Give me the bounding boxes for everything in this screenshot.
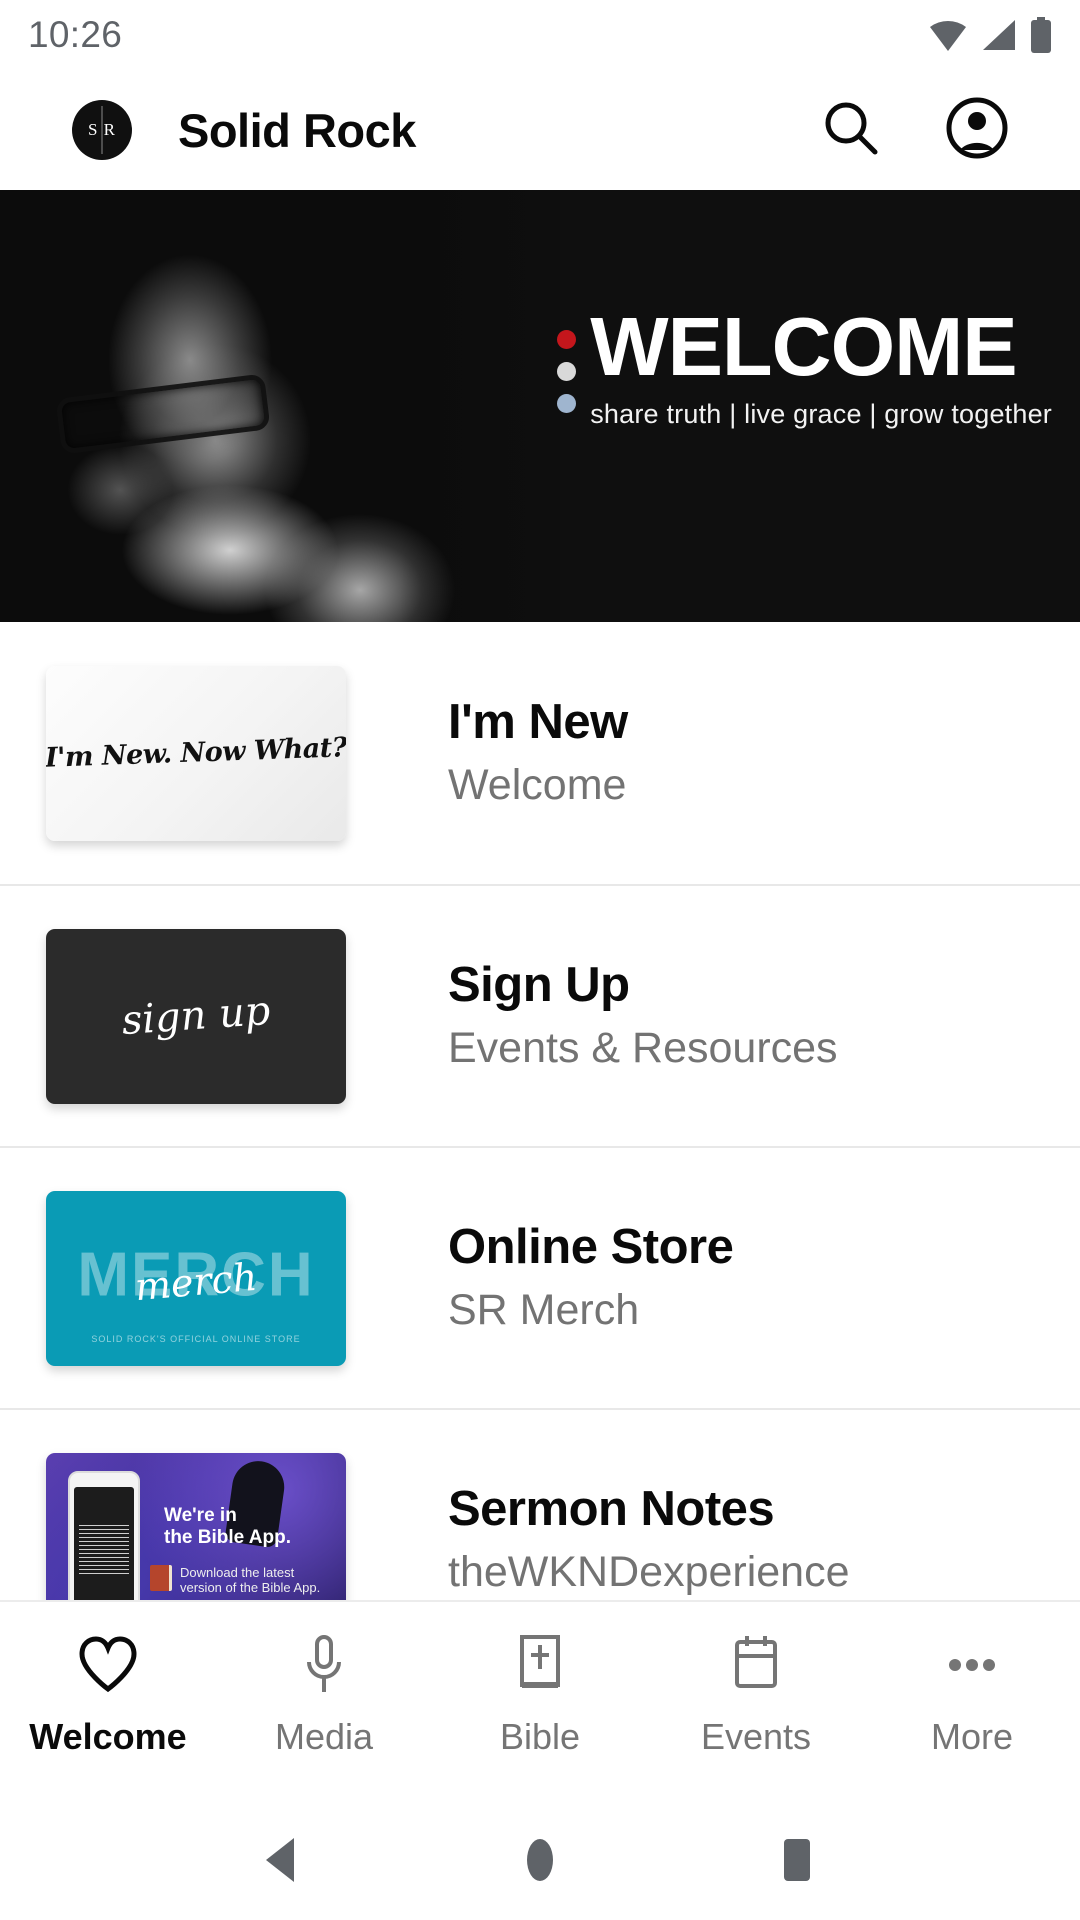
- account-icon: [945, 96, 1009, 165]
- bible-book-icon: [514, 1630, 566, 1700]
- ellipsis-icon: [941, 1630, 1003, 1700]
- list-item-subtitle: Welcome: [448, 761, 627, 810]
- app-title: Solid Rock: [178, 103, 416, 157]
- list-item-text: Sign Up Events & Resources: [448, 958, 838, 1073]
- nav-label: Events: [700, 1716, 812, 1757]
- list-item-title: Sign Up: [448, 958, 630, 1013]
- back-button[interactable]: [260, 1835, 306, 1885]
- nav-item-welcome[interactable]: Welcome: [0, 1630, 216, 1758]
- content-list: I'm New. Now What? I'm New Welcome sign …: [0, 622, 1080, 1670]
- thumbnail-caption: I'm New. Now What?: [46, 732, 346, 774]
- nav-label: Bible: [499, 1716, 581, 1757]
- bottom-navigation: Welcome Media Bible Events More: [0, 1600, 1080, 1800]
- microphone-icon: [298, 1630, 350, 1700]
- account-button[interactable]: [944, 97, 1010, 163]
- nav-item-more[interactable]: More: [864, 1630, 1080, 1758]
- thumbnail-sign-up: sign up: [46, 928, 346, 1104]
- nav-label: Media: [274, 1716, 374, 1757]
- list-item-text: Online Store SR Merch: [448, 1220, 734, 1335]
- battery-icon: [1030, 17, 1052, 53]
- cellular-signal-icon: [981, 18, 1017, 52]
- thumbnail-headline: We're in the Bible App.: [164, 1504, 292, 1548]
- hero-tagline: share truth | live grace | grow together: [590, 398, 1052, 429]
- heart-icon: [77, 1630, 139, 1700]
- phone-screen: [74, 1486, 134, 1605]
- app-bar-actions: [818, 97, 1080, 163]
- thumbnail-online-store: MERCH merch SOLID ROCK'S OFFICIAL ONLINE…: [46, 1190, 346, 1366]
- list-item-title: Sermon Notes: [448, 1482, 775, 1537]
- thumbnail-im-new: I'm New. Now What?: [46, 665, 346, 841]
- status-bar: 10:26: [0, 0, 1080, 70]
- search-button[interactable]: [818, 97, 884, 163]
- thumbnail-small-text: SOLID ROCK'S OFFICIAL ONLINE STORE: [91, 1333, 301, 1344]
- status-bar-icons: [928, 17, 1052, 53]
- thumbnail-subtext: Download the latest version of the Bible…: [180, 1564, 321, 1596]
- phone-mockup: [68, 1470, 140, 1621]
- search-icon: [820, 97, 882, 164]
- list-item-subtitle: theWKNDexperience: [448, 1548, 850, 1597]
- hero-title: WELCOME: [590, 300, 1017, 393]
- list-item-title: Online Store: [448, 1220, 734, 1275]
- list-item-subtitle: SR Merch: [448, 1286, 640, 1335]
- hero-content: WELCOME share truth | live grace | grow …: [557, 300, 1052, 430]
- brand-logo-icon: S R: [72, 100, 132, 160]
- hero-dot-red: [557, 330, 577, 349]
- thumbnail-caption: sign up: [120, 987, 272, 1045]
- brand[interactable]: S R Solid Rock: [0, 100, 416, 160]
- status-time: 10:26: [28, 14, 123, 55]
- nav-item-bible[interactable]: Bible: [432, 1630, 648, 1758]
- system-navigation-bar: [0, 1800, 1080, 1920]
- hero-dot-blue: [557, 394, 577, 413]
- home-button[interactable]: [518, 1835, 562, 1885]
- list-item-text: Sermon Notes theWKNDexperience: [448, 1482, 850, 1597]
- list-item-subtitle: Events & Resources: [448, 1024, 838, 1073]
- hero-dots: [557, 330, 577, 413]
- list-item[interactable]: I'm New. Now What? I'm New Welcome: [0, 622, 1080, 884]
- app-root: 10:26 S R Solid Rock WELCOME share truth…: [0, 0, 1080, 1920]
- list-item[interactable]: MERCH merch SOLID ROCK'S OFFICIAL ONLINE…: [0, 1146, 1080, 1408]
- list-item[interactable]: sign up Sign Up Events & Resources: [0, 884, 1080, 1146]
- list-item-title: I'm New: [448, 695, 628, 750]
- nav-label: More: [930, 1716, 1014, 1757]
- bible-book-icon: [150, 1564, 172, 1591]
- calendar-icon: [730, 1630, 782, 1700]
- nav-item-media[interactable]: Media: [216, 1630, 432, 1758]
- hero-banner[interactable]: WELCOME share truth | live grace | grow …: [0, 190, 1080, 622]
- wifi-icon: [928, 18, 968, 52]
- nav-label: Welcome: [29, 1716, 187, 1757]
- list-item-text: I'm New Welcome: [448, 695, 628, 810]
- recents-button[interactable]: [774, 1835, 820, 1885]
- hero-text: WELCOME share truth | live grace | grow …: [590, 300, 1052, 430]
- nav-item-events[interactable]: Events: [648, 1630, 864, 1758]
- app-bar: S R Solid Rock: [0, 70, 1080, 190]
- brand-logo-text: S R: [87, 120, 117, 139]
- hero-dot-white: [557, 362, 577, 381]
